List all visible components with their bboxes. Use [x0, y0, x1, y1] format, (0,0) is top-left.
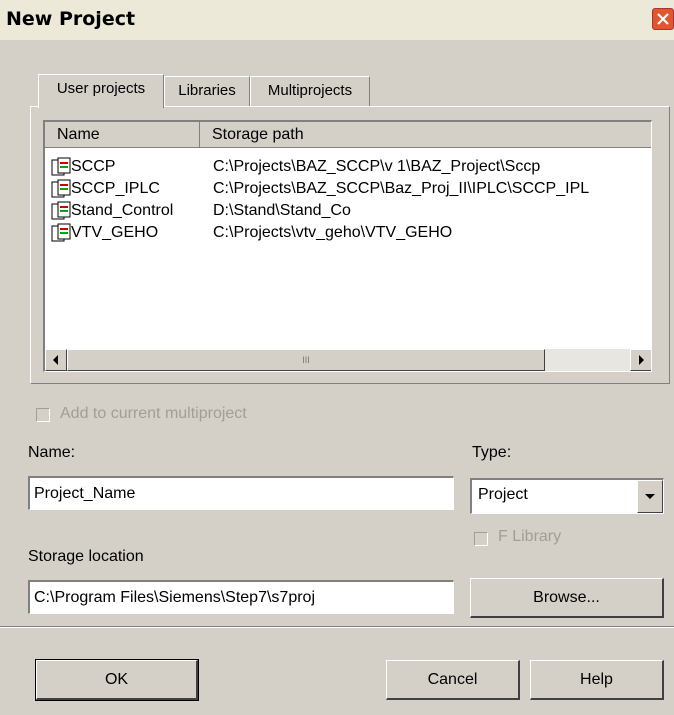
ok-button[interactable]: OK	[35, 659, 199, 701]
tab-label: Multiprojects	[267, 82, 353, 99]
project-name: VTV_GEHO	[71, 224, 159, 241]
project-name: SCCP	[71, 158, 116, 175]
horizontal-scrollbar[interactable]: III	[45, 349, 651, 371]
tab-libraries[interactable]: Libraries	[164, 76, 250, 106]
scroll-thumb[interactable]: III	[67, 349, 545, 371]
browse-button[interactable]: Browse...	[470, 578, 664, 618]
type-select[interactable]: Project	[470, 478, 664, 514]
column-header-storage-path[interactable]: Storage path	[200, 122, 651, 148]
title-bar: New Project	[0, 0, 674, 40]
name-field[interactable]	[28, 476, 454, 510]
tab-label: Libraries	[178, 82, 236, 99]
project-icon	[51, 179, 71, 198]
type-dropdown-button[interactable]	[637, 480, 663, 513]
close-button[interactable]	[652, 8, 674, 30]
add-to-multiproject-checkbox[interactable]	[36, 408, 50, 422]
arrow-left-icon	[53, 355, 58, 365]
list-item[interactable]: SCCP_IPLC C:\Projects\BAZ_SCCP\Baz_Proj_…	[45, 178, 651, 200]
cancel-button[interactable]: Cancel	[386, 660, 520, 700]
window-title: New Project	[6, 8, 136, 30]
chevron-down-icon	[645, 494, 655, 499]
project-path: C:\Projects\BAZ_SCCP\v 1\BAZ_Project\Scc…	[213, 158, 541, 175]
tab-multiprojects[interactable]: Multiprojects	[250, 76, 370, 106]
storage-location-label: Storage location	[28, 548, 144, 565]
project-icon	[51, 157, 71, 176]
project-list[interactable]: Name Storage path SCCP C:\Projects\BAZ_S…	[43, 120, 652, 372]
scroll-right-button[interactable]	[630, 349, 651, 371]
scroll-left-button[interactable]	[45, 349, 67, 371]
project-path: C:\Projects\BAZ_SCCP\Baz_Proj_II\IPLC\SC…	[213, 180, 590, 197]
tab-label: User projects	[56, 80, 146, 97]
arrow-right-icon	[639, 355, 644, 365]
f-library-label: F Library	[498, 528, 562, 545]
type-selected-value: Project	[478, 486, 528, 503]
project-path: D:\Stand\Stand_Co	[213, 202, 351, 219]
name-label: Name:	[28, 444, 76, 461]
list-item[interactable]: SCCP C:\Projects\BAZ_SCCP\v 1\BAZ_Projec…	[45, 156, 651, 178]
project-icon	[51, 223, 71, 242]
add-to-multiproject-label: Add to current multiproject	[60, 405, 247, 422]
tab-user-projects[interactable]: User projects	[38, 74, 164, 108]
list-item[interactable]: VTV_GEHO C:\Projects\vtv_geho\VTV_GEHO	[45, 222, 651, 244]
project-icon	[51, 201, 71, 220]
project-path: C:\Projects\vtv_geho\VTV_GEHO	[213, 224, 453, 241]
column-header-name[interactable]: Name	[45, 122, 200, 148]
list-item[interactable]: Stand_Control D:\Stand\Stand_Co	[45, 200, 651, 222]
f-library-checkbox[interactable]	[474, 532, 488, 546]
help-button[interactable]: Help	[530, 660, 664, 700]
project-name: SCCP_IPLC	[71, 180, 160, 197]
separator	[0, 626, 674, 628]
project-name: Stand_Control	[71, 202, 174, 219]
storage-location-field[interactable]	[28, 580, 454, 614]
type-label: Type:	[472, 444, 512, 461]
close-icon	[657, 13, 669, 25]
